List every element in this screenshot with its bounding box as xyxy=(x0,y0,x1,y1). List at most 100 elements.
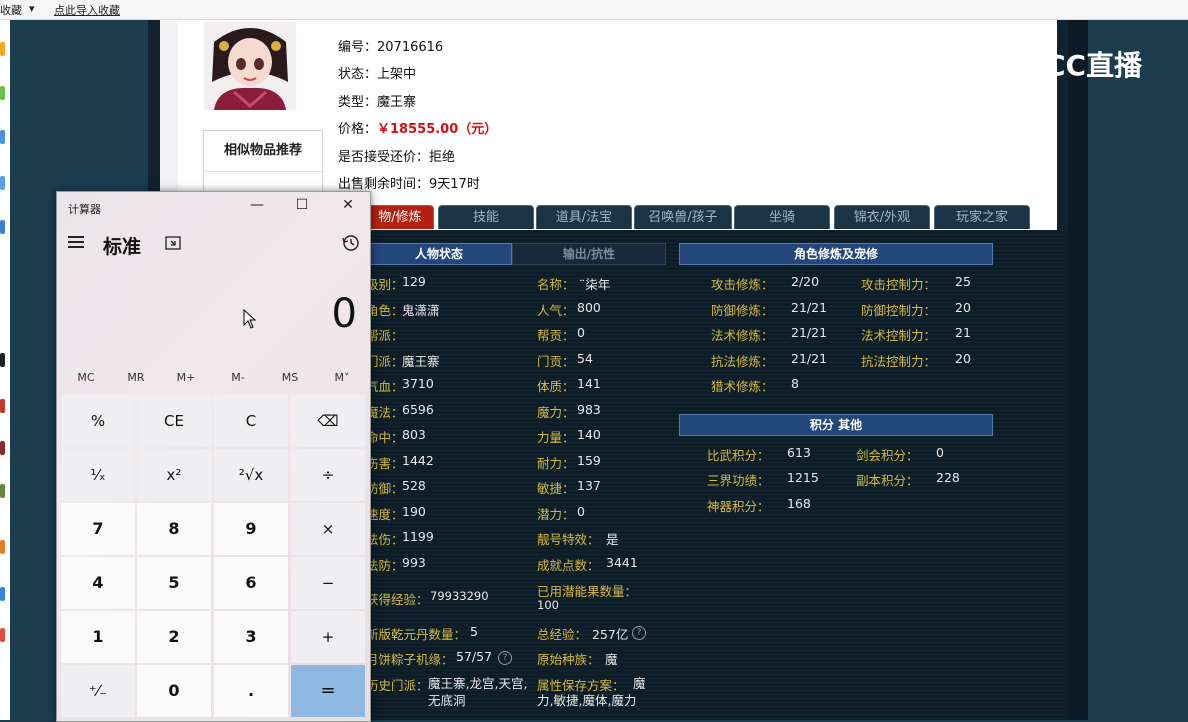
close-button[interactable]: ✕ xyxy=(338,197,358,213)
tab-pets[interactable]: 召唤兽/孩子 xyxy=(634,205,732,229)
chevron-down-icon[interactable]: ▾ xyxy=(29,2,35,15)
app-icon[interactable] xyxy=(0,353,5,367)
subtract-button[interactable]: − xyxy=(291,557,365,609)
history-label: 历史门派： xyxy=(366,678,429,693)
mr-button[interactable]: MR xyxy=(116,371,156,384)
header-resist[interactable]: 输出/抗性 xyxy=(512,243,666,265)
total-exp-value: 257亿 xyxy=(592,627,629,642)
app-icon[interactable] xyxy=(0,399,5,413)
tab-skills[interactable]: 技能 xyxy=(438,205,534,229)
sword-points-value: 0 xyxy=(936,445,944,460)
tab-outfits[interactable]: 锦衣/外观 xyxy=(834,205,930,229)
item-type: 类型：魔王寨 xyxy=(338,95,417,110)
qianyuan-value: 5 xyxy=(470,624,478,639)
minimize-button[interactable]: — xyxy=(247,197,267,213)
dungeon-points-label: 副本积分： xyxy=(856,473,919,488)
clear-button[interactable]: C xyxy=(214,395,288,447)
decimal-button[interactable]: . xyxy=(214,665,288,717)
attr-scheme-value: 魔力,敏捷,魔体,魔力 xyxy=(537,676,646,708)
equals-button[interactable]: = xyxy=(291,665,365,717)
digit-6-button[interactable]: 6 xyxy=(214,557,288,609)
school-value: 魔王寨 xyxy=(402,354,440,369)
calculator-display: 0 xyxy=(331,291,357,337)
percent-button[interactable]: % xyxy=(61,395,135,447)
add-button[interactable]: + xyxy=(291,611,365,663)
reciprocal-button[interactable]: ¹⁄ₓ xyxy=(61,449,135,501)
magic-defense-label: 法防： xyxy=(366,558,404,573)
cult-resist-value: 21/21 xyxy=(791,351,828,366)
similar-items-title[interactable]: 相似物品推荐 xyxy=(204,131,322,172)
agility-label: 敏捷： xyxy=(537,481,575,496)
role-label: 角色： xyxy=(366,303,404,318)
school-label: 门派： xyxy=(366,354,404,369)
bookmarks-menu[interactable]: 收藏 xyxy=(0,2,22,18)
magic-power-value: 983 xyxy=(577,402,601,417)
hp-value: 3710 xyxy=(402,376,434,391)
agility-value: 137 xyxy=(577,478,601,493)
digit-0-button[interactable]: 0 xyxy=(137,665,211,717)
cult-defense-label: 防御修炼： xyxy=(711,303,774,318)
app-icon[interactable] xyxy=(0,628,5,642)
app-icon[interactable] xyxy=(0,42,5,56)
digit-8-button[interactable]: 8 xyxy=(137,503,211,555)
digit-4-button[interactable]: 4 xyxy=(61,557,135,609)
digit-5-button[interactable]: 5 xyxy=(137,557,211,609)
header-status[interactable]: 人物状态 xyxy=(366,243,512,265)
ms-button[interactable]: MS xyxy=(270,371,310,384)
digit-3-button[interactable]: 3 xyxy=(214,611,288,663)
item-bargain: 是否接受还价：拒绝 xyxy=(338,150,456,165)
mc-button[interactable]: MC xyxy=(66,371,106,384)
memory-list-button[interactable]: M˅ xyxy=(322,371,362,384)
merit-value: 1215 xyxy=(787,470,819,485)
history-icon[interactable] xyxy=(342,234,360,252)
app-icon[interactable] xyxy=(0,540,5,554)
digit-7-button[interactable]: 7 xyxy=(61,503,135,555)
square-button[interactable]: x² xyxy=(137,449,211,501)
guild-contrib-value: 0 xyxy=(577,325,585,340)
m-plus-button[interactable]: M+ xyxy=(166,371,206,384)
hamburger-menu-icon[interactable] xyxy=(68,236,84,248)
digit-9-button[interactable]: 9 xyxy=(214,503,288,555)
tab-character[interactable]: 物/修炼 xyxy=(366,205,434,229)
digit-2-button[interactable]: 2 xyxy=(137,611,211,663)
negate-button[interactable]: ⁺⁄₋ xyxy=(61,665,135,717)
app-icon[interactable] xyxy=(0,587,5,601)
help-icon[interactable]: ? xyxy=(632,626,646,640)
import-bookmarks-link[interactable]: 点此导入收藏 xyxy=(54,2,120,18)
tab-player-home[interactable]: 玩家之家 xyxy=(934,205,1030,229)
role-value: 鬼潇潇 xyxy=(402,303,440,318)
ctrl-defense-label: 防御控制力： xyxy=(861,303,937,318)
app-icon[interactable] xyxy=(0,86,5,100)
app-icon[interactable] xyxy=(0,176,5,190)
backspace-button[interactable]: ⌫ xyxy=(291,395,365,447)
keep-on-top-icon[interactable] xyxy=(165,236,181,250)
pvp-points-label: 比武积分： xyxy=(707,448,770,463)
tab-mounts[interactable]: 坐骑 xyxy=(734,205,830,229)
app-icon[interactable] xyxy=(0,220,5,234)
app-icon[interactable] xyxy=(0,484,5,498)
app-icon[interactable] xyxy=(0,130,5,144)
digit-1-button[interactable]: 1 xyxy=(61,611,135,663)
level-value: 129 xyxy=(402,274,426,289)
maximize-button[interactable]: ☐ xyxy=(292,197,312,213)
strength-value: 140 xyxy=(577,427,601,442)
divide-button[interactable]: ÷ xyxy=(291,449,365,501)
item-price: 价格：￥18555.00（元） xyxy=(338,122,498,137)
app-icon[interactable] xyxy=(0,441,5,455)
clear-entry-button[interactable]: CE xyxy=(137,395,211,447)
help-icon[interactable]: ? xyxy=(498,651,512,665)
constitution-value: 141 xyxy=(577,376,601,391)
speed-value: 190 xyxy=(402,504,426,519)
hit-value: 803 xyxy=(402,427,426,442)
fruit-value: 100 xyxy=(537,598,559,612)
tab-items[interactable]: 道具/法宝 xyxy=(536,205,632,229)
speed-label: 速度： xyxy=(366,507,404,522)
hp-label: 气血： xyxy=(366,379,404,394)
m-minus-button[interactable]: M- xyxy=(218,371,258,384)
ctrl-magic-value: 21 xyxy=(955,325,971,340)
ctrl-attack-label: 攻击控制力： xyxy=(861,277,937,292)
sqrt-button[interactable]: ²√x xyxy=(214,449,288,501)
multiply-button[interactable]: × xyxy=(291,503,365,555)
history-value: 魔王寨,龙宫,天宫,无底洞 xyxy=(428,676,528,708)
hit-label: 命中： xyxy=(366,430,404,445)
